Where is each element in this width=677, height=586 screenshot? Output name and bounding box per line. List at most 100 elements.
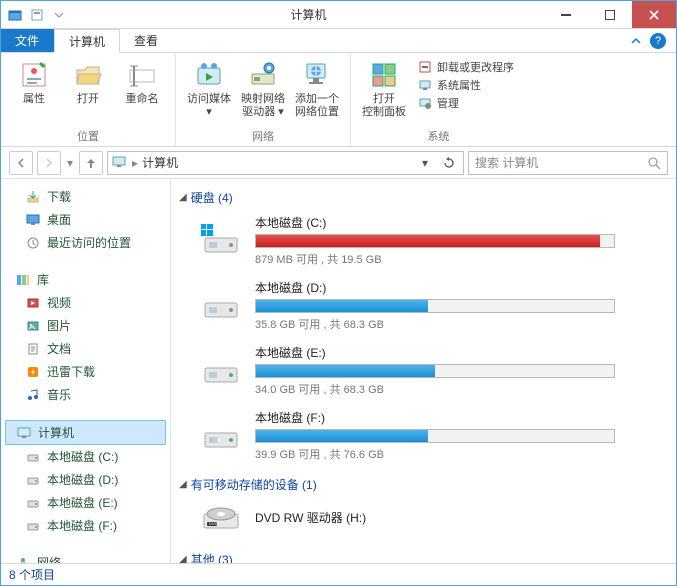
section-removable[interactable]: ◢ 有可移动存储的设备 (1) xyxy=(175,472,666,499)
drive-name: 本地磁盘 (E:) xyxy=(255,344,615,361)
thunder-icon xyxy=(25,364,41,380)
sidebar-item[interactable]: 本地磁盘 (C:) xyxy=(5,445,166,468)
maximize-button[interactable] xyxy=(588,1,632,28)
drive-free-text: 39.9 GB 可用 , 共 76.6 GB xyxy=(255,446,615,462)
forward-button[interactable] xyxy=(37,151,61,175)
search-icon xyxy=(647,156,661,170)
sysprops-icon xyxy=(417,77,433,93)
sidebar-item[interactable]: 本地磁盘 (D:) xyxy=(5,468,166,491)
address-dropdown[interactable]: ▾ xyxy=(415,156,435,170)
access-media-button[interactable]: 访问媒体▾ xyxy=(184,57,234,126)
dvd-drive-icon: DVD xyxy=(199,501,243,537)
qat-dropdown-icon[interactable] xyxy=(51,7,67,23)
sidebar-item[interactable]: 迅雷下载 xyxy=(5,360,166,383)
refresh-button[interactable] xyxy=(439,157,459,169)
sidebar-libraries[interactable]: 库 xyxy=(5,268,166,291)
sidebar-item[interactable]: 视频 xyxy=(5,291,166,314)
window-title: 计算机 xyxy=(73,6,544,23)
computer-icon xyxy=(16,425,32,441)
map-drive-label: 映射网络驱动器 ▾ xyxy=(241,93,285,119)
properties-label: 属性 xyxy=(23,93,45,106)
rename-label: 重命名 xyxy=(126,93,159,106)
downloads-icon xyxy=(25,189,41,205)
drive-free-text: 35.8 GB 可用 , 共 68.3 GB xyxy=(255,316,615,332)
address-row: ▾ ▸ 计算机 ▾ xyxy=(1,147,676,179)
section-hdd[interactable]: ◢ 硬盘 (4) xyxy=(175,185,666,212)
sidebar-network[interactable]: 网络 xyxy=(5,551,166,563)
tab-computer[interactable]: 计算机 xyxy=(54,29,120,53)
properties-icon xyxy=(18,59,50,91)
rename-icon xyxy=(126,59,158,91)
uninstall-icon xyxy=(417,59,433,75)
drive-free-text: 34.0 GB 可用 , 共 68.3 GB xyxy=(255,381,615,397)
libraries-icon xyxy=(15,272,31,288)
back-button[interactable] xyxy=(9,151,33,175)
properties-button[interactable]: 属性 xyxy=(9,57,59,126)
rename-button[interactable]: 重命名 xyxy=(117,57,167,126)
sysprops-button[interactable]: 系统属性 xyxy=(417,77,514,93)
manage-icon xyxy=(417,95,433,111)
ribbon-group-network: 访问媒体▾ 映射网络驱动器 ▾ 添加一个网络位置 网络 xyxy=(176,53,351,146)
ribbon-tabs: 文件 计算机 查看 ? xyxy=(1,29,676,53)
music-icon xyxy=(25,387,41,403)
ribbon: 属性 打开 重命名 位置 访问媒体▾ xyxy=(1,53,676,147)
drive-usage-bar xyxy=(255,364,615,378)
hdd-icon xyxy=(199,223,243,259)
sidebar[interactable]: 下载桌面最近访问的位置 库 视频图片文档迅雷下载音乐 计算机 本地磁盘 (C:)… xyxy=(1,179,171,563)
drive-item[interactable]: 本地磁盘 (D:) 35.8 GB 可用 , 共 68.3 GB xyxy=(175,277,666,342)
sidebar-item[interactable]: 图片 xyxy=(5,314,166,337)
uninstall-button[interactable]: 卸载或更改程序 xyxy=(417,59,514,75)
collapse-triangle-icon: ◢ xyxy=(179,554,187,563)
sidebar-item[interactable]: 桌面 xyxy=(5,208,166,231)
ribbon-collapse-icon[interactable] xyxy=(630,35,642,47)
removable-name: DVD RW 驱动器 (H:) xyxy=(255,509,615,526)
drive-item[interactable]: 本地磁盘 (E:) 34.0 GB 可用 , 共 68.3 GB xyxy=(175,342,666,407)
hdd-icon xyxy=(199,353,243,389)
drive-name: 本地磁盘 (D:) xyxy=(255,279,615,296)
search-input[interactable] xyxy=(475,156,647,170)
quick-access-toolbar xyxy=(1,7,73,23)
control-panel-button[interactable]: 打开控制面板 xyxy=(359,57,409,126)
sidebar-item[interactable]: 文档 xyxy=(5,337,166,360)
manage-button[interactable]: 管理 xyxy=(417,95,514,111)
section-other[interactable]: ◢ 其他 (3) xyxy=(175,547,666,563)
tab-file[interactable]: 文件 xyxy=(1,29,54,52)
sidebar-item[interactable]: 下载 xyxy=(5,185,166,208)
search-box[interactable] xyxy=(468,151,668,175)
drive-item[interactable]: 本地磁盘 (C:)879 MB 可用 , 共 19.5 GB xyxy=(175,212,666,277)
up-button[interactable] xyxy=(79,151,103,175)
sidebar-item[interactable]: 本地磁盘 (F:) xyxy=(5,514,166,537)
close-button[interactable] xyxy=(632,1,676,28)
sidebar-item[interactable]: 最近访问的位置 xyxy=(5,231,166,254)
qat-properties-icon[interactable] xyxy=(29,7,45,23)
hdd-icon xyxy=(199,288,243,324)
sidebar-computer[interactable]: 计算机 xyxy=(5,420,166,445)
address-bar[interactable]: ▸ 计算机 ▾ xyxy=(107,151,464,175)
recent-locations-dropdown[interactable]: ▾ xyxy=(65,156,75,170)
open-button[interactable]: 打开 xyxy=(63,57,113,126)
main-content[interactable]: ◢ 硬盘 (4) 本地磁盘 (C:)879 MB 可用 , 共 19.5 GB本… xyxy=(171,179,676,563)
map-drive-button[interactable]: 映射网络驱动器 ▾ xyxy=(238,57,288,126)
computer-icon xyxy=(112,155,128,171)
access-media-label: 访问媒体▾ xyxy=(187,93,231,119)
documents-icon xyxy=(25,341,41,357)
hdd-icon xyxy=(25,495,41,511)
sidebar-item[interactable]: 本地磁盘 (E:) xyxy=(5,491,166,514)
drive-item[interactable]: 本地磁盘 (F:) 39.9 GB 可用 , 共 76.6 GB xyxy=(175,407,666,472)
open-icon xyxy=(72,59,104,91)
minimize-button[interactable] xyxy=(544,1,588,28)
status-text: 8 个项目 xyxy=(9,566,55,583)
window-controls xyxy=(544,1,676,28)
drive-name: 本地磁盘 (C:) xyxy=(255,214,615,231)
hdd-icon xyxy=(25,449,41,465)
recent-icon xyxy=(25,235,41,251)
drive-usage-bar xyxy=(255,234,615,248)
hdd-icon xyxy=(199,418,243,454)
network-icon xyxy=(15,555,31,564)
removable-item[interactable]: DVD DVD RW 驱动器 (H:) xyxy=(175,499,666,547)
help-icon[interactable]: ? xyxy=(650,33,666,49)
add-netloc-button[interactable]: 添加一个网络位置 xyxy=(292,57,342,126)
drive-name: 本地磁盘 (F:) xyxy=(255,409,615,426)
sidebar-item[interactable]: 音乐 xyxy=(5,383,166,406)
tab-view[interactable]: 查看 xyxy=(120,29,173,52)
